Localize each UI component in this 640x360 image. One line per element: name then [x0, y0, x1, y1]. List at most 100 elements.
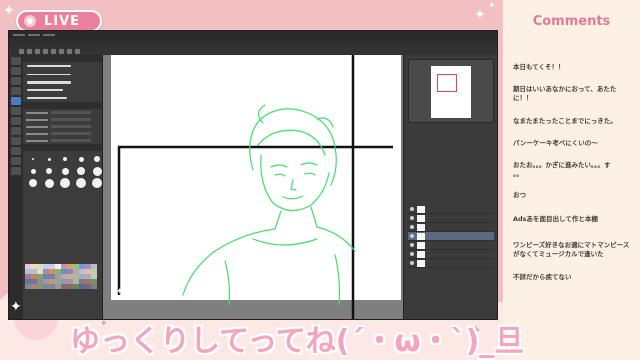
brush-preset[interactable] [23, 62, 102, 70]
brush-size-option[interactable] [26, 166, 40, 176]
live-dot-icon [24, 15, 36, 27]
app-menubar[interactable] [9, 39, 497, 47]
text-tool-icon[interactable] [11, 157, 21, 165]
layer-row-selected[interactable] [408, 232, 494, 241]
sparkle-decoration-icon: ✦ [10, 299, 22, 315]
visibility-eye-icon[interactable] [410, 252, 414, 256]
property-row[interactable] [23, 116, 102, 123]
layer-list [408, 205, 494, 268]
comment-item: なまたまたったことまでにっきた。 [513, 112, 633, 126]
comment-message: Adsあを面目出して作と本棚 [513, 215, 598, 223]
property-row[interactable] [23, 123, 102, 130]
eraser-tool-icon[interactable] [11, 127, 21, 135]
layer-row[interactable] [408, 259, 494, 268]
brush-size-option[interactable] [90, 178, 104, 188]
fill-tool-icon[interactable] [11, 137, 21, 145]
layer-row[interactable] [408, 241, 494, 250]
drawing-app-window [8, 30, 498, 320]
visibility-eye-icon[interactable] [410, 225, 414, 229]
brush-size-option[interactable] [58, 178, 72, 188]
visibility-eye-icon[interactable] [410, 234, 414, 238]
brush-size-option[interactable] [74, 154, 88, 164]
brush-size-option[interactable] [26, 154, 40, 164]
comment-item: 本日もてくそ！！ [513, 58, 633, 72]
comment-message: なまたまたったことまでにっきた。 [513, 117, 617, 125]
comment-item: 期日はいいあなかにおって、あたたに！！ [513, 80, 633, 103]
sub-tool-header [23, 55, 102, 62]
app-titlebar [9, 31, 497, 39]
comment-item: ワンピーズ好きなお適にマトマンピースがなくてミュージカルで逢いた [513, 236, 633, 259]
sub-tool-panel [23, 55, 103, 319]
character-sketch [182, 104, 356, 306]
fill-icon[interactable] [67, 48, 72, 54]
brush-size-option[interactable] [90, 154, 104, 164]
visibility-eye-icon[interactable] [410, 243, 414, 247]
brush-size-option[interactable] [26, 178, 40, 188]
brush-size-option[interactable] [42, 166, 56, 176]
right-panels [403, 55, 497, 319]
visibility-eye-icon[interactable] [410, 207, 414, 211]
brush-preset[interactable] [23, 86, 102, 94]
tool-property-header [23, 102, 102, 109]
transform-icon[interactable] [75, 48, 80, 54]
comment-message: おつ [513, 191, 526, 199]
brush-size-option[interactable] [42, 178, 56, 188]
visibility-eye-icon[interactable] [410, 216, 414, 220]
comment-message: パンーケーキ考べにくいの～ [513, 139, 598, 147]
brush-size-header [23, 144, 102, 151]
comments-panel: Comments 本日もてくそ！！ 期日はいいあなかにおって、あたたに！！ なまたま… [503, 0, 640, 360]
canvas-area[interactable] [103, 55, 405, 319]
sparkle-decoration-icon: ✦ [3, 3, 15, 19]
color-palette[interactable] [25, 264, 99, 289]
frame-tool-icon[interactable] [11, 167, 21, 175]
brush-size-option[interactable] [58, 166, 72, 176]
comment-item: パンーケーキ考べにくいの～ [513, 134, 633, 148]
brush-preset[interactable] [23, 70, 102, 78]
pen-tool-icon[interactable] [11, 97, 21, 105]
eyedropper-tool-icon[interactable] [11, 87, 21, 95]
undo-icon[interactable] [43, 48, 48, 54]
tool-bar [9, 55, 23, 319]
property-row[interactable] [23, 109, 102, 116]
brush-size-option[interactable] [74, 178, 88, 188]
navigator-viewport-frame[interactable] [437, 74, 457, 92]
save-icon[interactable] [35, 48, 40, 54]
property-row[interactable] [23, 137, 102, 144]
open-file-icon[interactable] [27, 48, 32, 54]
sparkle-decoration-icon: ✦ [116, 287, 124, 297]
layer-row[interactable] [408, 223, 494, 232]
property-row[interactable] [23, 130, 102, 137]
zoom-tool-icon[interactable] [11, 57, 21, 65]
brush-size-option[interactable] [42, 154, 56, 164]
brush-size-grid [23, 151, 102, 191]
redo-icon[interactable] [51, 48, 56, 54]
sparkle-decoration-icon: ✦ [474, 7, 486, 23]
comment-message: 不詳だから疾てない [513, 273, 572, 281]
brush-size-option[interactable] [90, 166, 104, 176]
move-tool-icon[interactable] [11, 67, 21, 75]
comment-message: 期日はいいあなかにおって、あたたに！！ [513, 85, 617, 102]
comment-message: ワンピーズ好きなお適にマトマンピースがなくてミュージカルで逢いた [513, 241, 630, 258]
brush-size-option[interactable] [74, 166, 88, 176]
select-tool-icon[interactable] [11, 77, 21, 85]
clear-icon[interactable] [59, 48, 64, 54]
new-file-icon[interactable] [19, 48, 24, 54]
app-toolbar [9, 47, 497, 55]
comment-message: おたお。。。かぎに進みたい。。。す 。。 [513, 161, 611, 178]
comment-item: 不詳だから疾てない [513, 268, 633, 282]
brush-preset[interactable] [23, 94, 102, 102]
layer-row[interactable] [408, 205, 494, 214]
color-swatch[interactable] [91, 284, 97, 289]
brush-tool-icon[interactable] [11, 117, 21, 125]
brush-size-option[interactable] [58, 154, 72, 164]
comment-item: おつ [513, 186, 633, 200]
brush-preset[interactable] [23, 78, 102, 86]
layer-row[interactable] [408, 250, 494, 259]
navigator-panel[interactable] [408, 59, 494, 123]
pencil-tool-icon[interactable] [11, 107, 21, 115]
comment-item: おたお。。。かぎに進みたい。。。す 。。 [513, 156, 633, 179]
visibility-eye-icon[interactable] [410, 261, 414, 265]
layer-row[interactable] [408, 214, 494, 223]
gradient-tool-icon[interactable] [11, 147, 21, 155]
panel-frame-lines [117, 55, 393, 319]
